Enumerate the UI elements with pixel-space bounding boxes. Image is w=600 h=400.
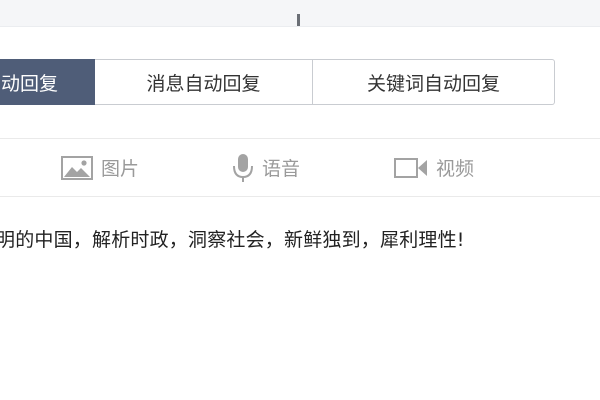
top-bar: [0, 0, 600, 26]
reply-content-text[interactable]: 明的中国，解析时政，洞察社会，新鲜独到，犀利理性!: [0, 225, 465, 252]
tab-keyword-reply[interactable]: 关键词自动回复: [313, 59, 555, 105]
microphone-icon: [232, 153, 254, 183]
top-divider: [0, 26, 600, 27]
tab-message-reply[interactable]: 消息自动回复: [95, 59, 313, 105]
cursor-marker: [297, 14, 300, 26]
media-toolbar: 图片 语音 视频: [0, 139, 600, 196]
image-icon: [61, 155, 93, 180]
insert-voice-button[interactable]: 语音: [232, 139, 300, 196]
insert-image-button[interactable]: 图片: [61, 139, 139, 196]
toolbar-bottom-divider: [0, 196, 600, 197]
video-camera-icon: [394, 157, 428, 179]
insert-video-button[interactable]: 视频: [394, 139, 474, 196]
video-label: 视频: [436, 158, 475, 180]
auto-reply-page: 动回复 消息自动回复 关键词自动回复 图片 语音 视频 明的中国，解析时政，洞察…: [0, 0, 600, 400]
voice-label: 语音: [262, 158, 301, 180]
reply-type-tabs: 动回复 消息自动回复 关键词自动回复: [0, 59, 555, 105]
image-label: 图片: [101, 158, 140, 180]
tab-follow-reply[interactable]: 动回复: [0, 59, 95, 105]
